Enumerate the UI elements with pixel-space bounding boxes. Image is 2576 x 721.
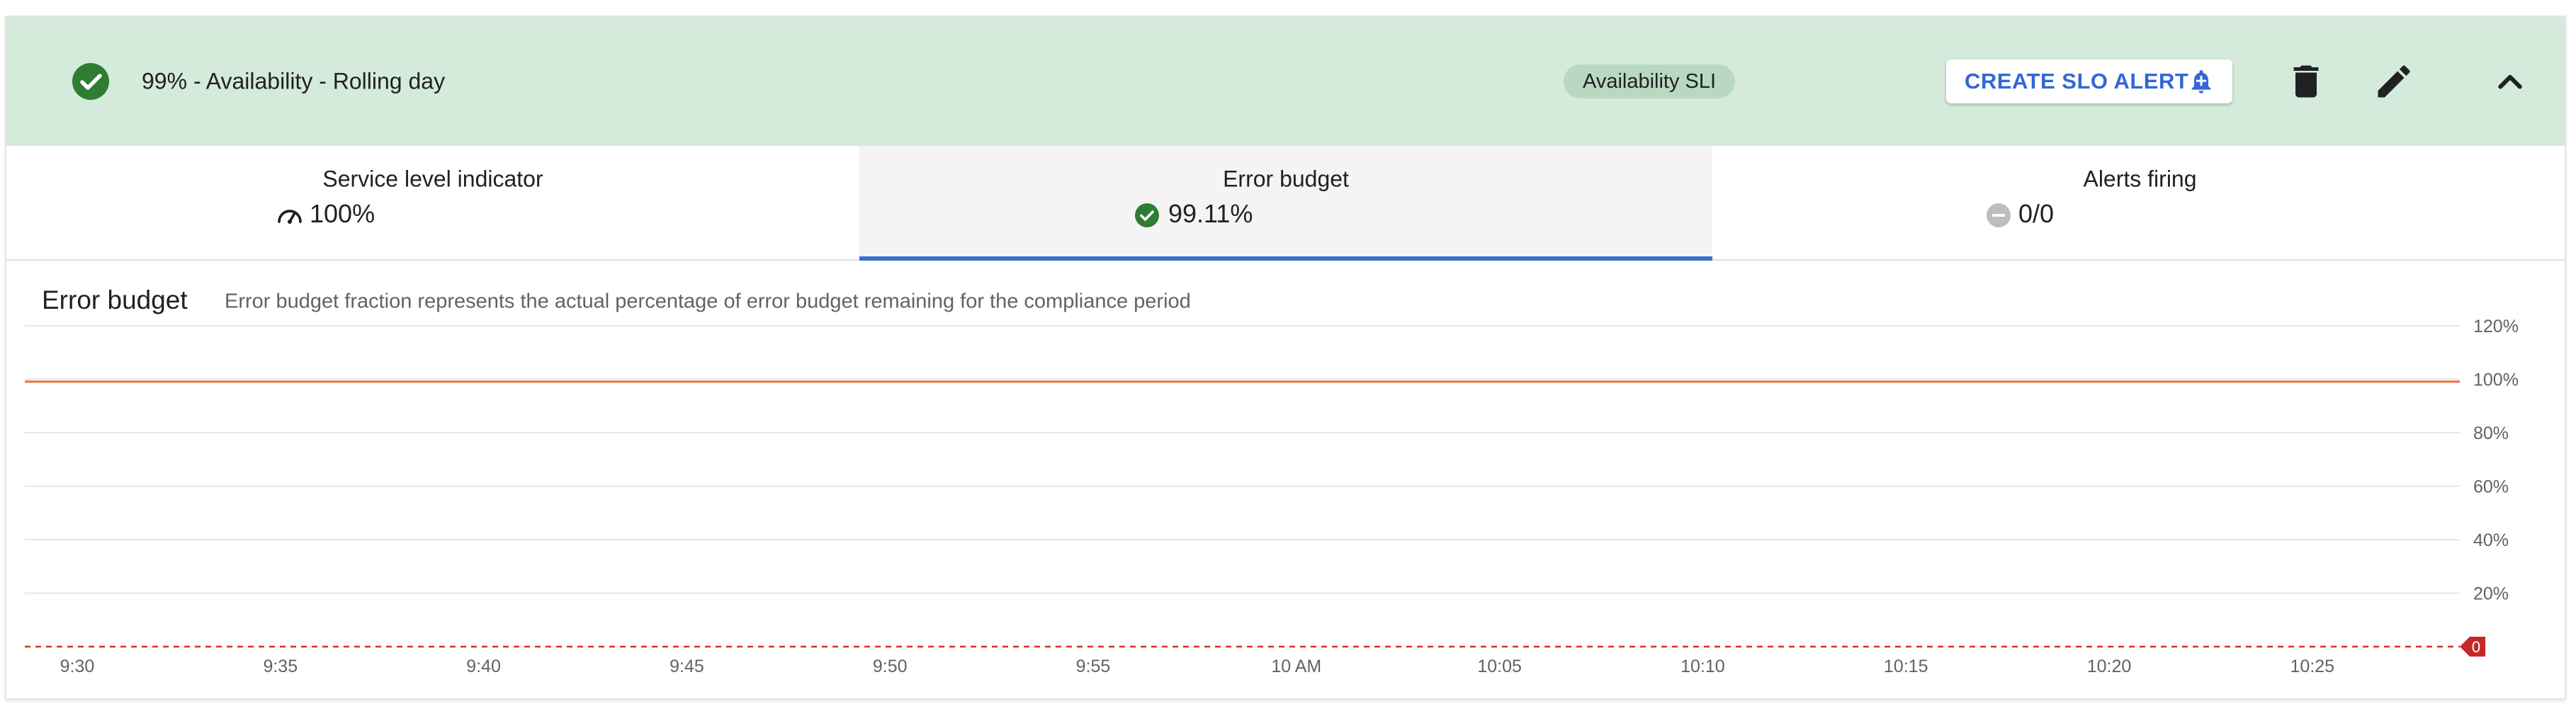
x-tick-label: 10 AM bbox=[1271, 657, 1321, 676]
x-tick-label: 9:35 bbox=[263, 657, 298, 676]
x-tick-label: 10:10 bbox=[1680, 657, 1725, 676]
x-tick-label: 10:20 bbox=[2087, 657, 2132, 676]
y-tick-label: 40% bbox=[2473, 530, 2509, 550]
x-tick-label: 10:15 bbox=[1884, 657, 1928, 676]
y-tick-label: 20% bbox=[2473, 584, 2509, 604]
x-tick-label: 10:25 bbox=[2290, 657, 2335, 676]
threshold-label: 0 bbox=[2472, 638, 2480, 656]
x-tick-label: 9:45 bbox=[670, 657, 704, 676]
x-tick-label: 9:40 bbox=[466, 657, 501, 676]
x-tick-label: 9:30 bbox=[60, 657, 95, 676]
x-tick-label: 9:50 bbox=[873, 657, 908, 676]
y-tick-label: 100% bbox=[2473, 370, 2519, 390]
y-tick-label: 60% bbox=[2473, 477, 2509, 497]
x-tick-label: 9:55 bbox=[1076, 657, 1111, 676]
y-tick-label: 80% bbox=[2473, 424, 2509, 443]
error-budget-chart: 120% 100% 80% 60% 40% 20% 9:30 9:35 9:40 9:45 9:50… bbox=[25, 317, 2519, 676]
y-tick-label: 120% bbox=[2473, 317, 2519, 336]
x-tick-label: 10:05 bbox=[1477, 657, 1522, 676]
